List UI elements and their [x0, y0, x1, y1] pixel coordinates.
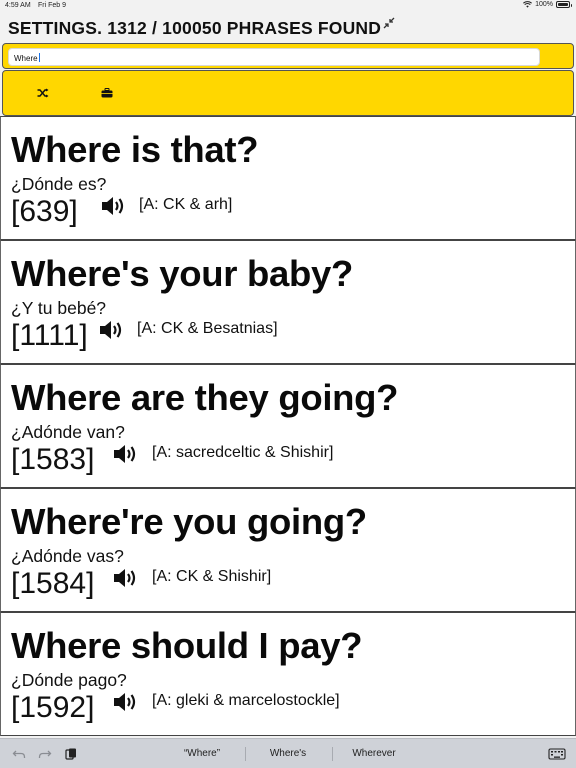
phrase-number: [1592] — [11, 691, 95, 724]
phrase-attribution: [A: sacredceltic & Shishir] — [152, 444, 334, 461]
search-input[interactable]: Where — [8, 48, 540, 66]
shuffle-button[interactable] — [35, 85, 51, 101]
phrase-card[interactable]: Where is that? ¿Dónde es? [639] [A: CK &… — [0, 116, 576, 240]
phrase-attribution: [A: CK & Besatnias] — [137, 320, 278, 337]
phrase-text: Where should I pay? — [11, 625, 363, 666]
undo-icon[interactable] — [12, 747, 26, 761]
suggestion-2[interactable]: Where's — [243, 748, 333, 759]
search-input-value: Where — [14, 54, 38, 63]
toolbar — [2, 70, 574, 116]
wifi-icon — [523, 1, 533, 8]
collapse-icon[interactable] — [382, 16, 396, 30]
phrase-card[interactable]: Where are they going? ¿Adónde van? [1583… — [0, 364, 576, 488]
page-title[interactable]: SETTINGS. 1312 / 100050 PHRASES FOUND — [8, 18, 381, 39]
speaker-icon[interactable] — [112, 690, 140, 714]
phrase-text: Where's your baby? — [11, 253, 353, 294]
phrase-attribution: [A: gleki & marcelostockle] — [152, 692, 340, 709]
text-caret — [38, 53, 40, 62]
battery-icon — [556, 1, 572, 8]
battery-percent: 100% — [535, 1, 553, 8]
keyboard-dismiss-icon[interactable] — [548, 747, 566, 761]
phrase-text: Where is that? — [11, 129, 259, 170]
speaker-icon[interactable] — [100, 194, 128, 218]
phrase-number: [1583] — [11, 443, 95, 476]
speaker-icon[interactable] — [112, 442, 140, 466]
phrase-number: [1584] — [11, 567, 95, 600]
phrase-list: Where is that? ¿Dónde es? [639] [A: CK &… — [0, 116, 576, 738]
phrase-translation: ¿Dónde es? — [11, 174, 107, 194]
phrase-translation: ¿Adónde vas? — [11, 546, 124, 566]
status-time: 4:59 AM — [5, 2, 31, 9]
phrase-card[interactable]: Where're you going? ¿Adónde vas? [1584] … — [0, 488, 576, 612]
briefcase-icon — [101, 88, 113, 98]
phrase-number: [1111] — [11, 319, 88, 352]
keyboard-suggestion-bar: “Where” Where's Wherever — [0, 738, 576, 768]
suggestion-3[interactable]: Wherever — [329, 748, 419, 759]
phrase-text: Where're you going? — [11, 501, 367, 542]
phrase-card[interactable]: Where's your baby? ¿Y tu bebé? [1111] [A… — [0, 240, 576, 364]
shuffle-icon — [37, 88, 49, 98]
phrase-number: [639] — [11, 195, 78, 228]
status-bar: 4:59 AM Fri Feb 9 100% — [0, 0, 576, 12]
redo-icon[interactable] — [38, 747, 52, 761]
speaker-icon[interactable] — [98, 318, 126, 342]
phrase-attribution: [A: CK & arh] — [139, 196, 233, 213]
phrase-card[interactable]: Where should I pay? ¿Dónde pago? [1592] … — [0, 612, 576, 736]
status-date: Fri Feb 9 — [38, 2, 67, 9]
phrase-attribution: [A: CK & Shishir] — [152, 568, 272, 585]
suggestion-1[interactable]: “Where” — [157, 748, 247, 759]
search-bar: Where — [2, 43, 574, 69]
phrase-translation: ¿Adónde van? — [11, 422, 125, 442]
phrase-translation: ¿Dónde pago? — [11, 670, 127, 690]
status-right: 100% — [523, 1, 572, 8]
paste-icon[interactable] — [64, 747, 78, 761]
briefcase-button[interactable] — [99, 85, 115, 101]
phrase-text: Where are they going? — [11, 377, 399, 418]
header: SETTINGS. 1312 / 100050 PHRASES FOUND — [0, 12, 576, 42]
phrase-translation: ¿Y tu bebé? — [11, 298, 107, 318]
speaker-icon[interactable] — [112, 566, 140, 590]
